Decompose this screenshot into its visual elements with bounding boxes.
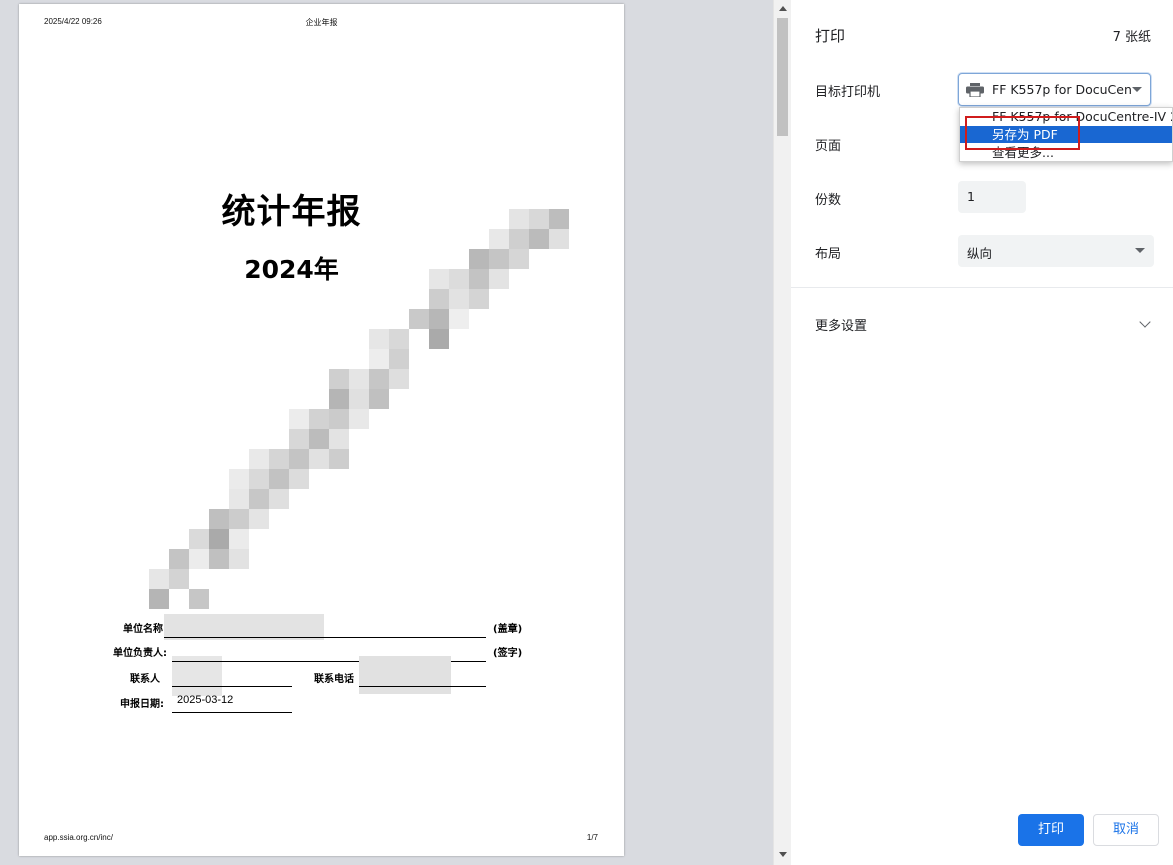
- copies-label: 份数: [815, 193, 842, 208]
- destination-value: FF K557p for DocuCen: [992, 82, 1132, 97]
- chevron-down-icon: [1132, 87, 1142, 92]
- chevron-down-icon: [1135, 248, 1145, 253]
- destination-label: 目标打印机: [815, 85, 881, 100]
- phone-label: 联系电话: [314, 674, 354, 685]
- date-value: 2025-03-12: [177, 694, 234, 706]
- layout-value: 纵向: [967, 246, 993, 261]
- preview-page: 2025/4/22 09:26 企业年报 统计年报 2024年 单位名称 (盖章…: [19, 4, 624, 856]
- contact-label: 联系人: [130, 674, 160, 685]
- stamp-note: (盖章): [493, 624, 523, 635]
- printer-icon: [966, 83, 984, 97]
- page-footer-number: 1/7: [586, 833, 598, 842]
- sign-note: (签字): [493, 648, 523, 659]
- panel-title: 打印: [815, 27, 846, 45]
- expand-chevron-icon[interactable]: [1139, 316, 1151, 328]
- print-button[interactable]: 打印: [1018, 814, 1084, 846]
- page-footer-url: app.ssia.org.cn/inc/: [44, 833, 113, 842]
- document-title: 统计年报: [221, 192, 362, 232]
- cancel-button[interactable]: 取消: [1093, 814, 1159, 846]
- contact-line: [172, 686, 292, 687]
- sheet-count: 7 张纸: [1112, 30, 1151, 45]
- date-label: 申报日期:: [120, 699, 164, 710]
- layout-label: 布局: [815, 247, 842, 262]
- obscured-stamp-mosaic: [149, 209, 569, 609]
- pages-label: 页面: [815, 139, 842, 154]
- highlight-annotation-box: [965, 116, 1080, 150]
- unit-name-line: [164, 637, 486, 638]
- leader-label: 单位负责人:: [113, 648, 167, 659]
- print-preview-area: 2025/4/22 09:26 企业年报 统计年报 2024年 单位名称 (盖章…: [0, 0, 773, 865]
- copies-input[interactable]: 1: [958, 181, 1026, 213]
- destination-select[interactable]: FF K557p for DocuCen: [958, 73, 1151, 106]
- phone-line: [359, 686, 486, 687]
- preview-scrollbar[interactable]: [773, 0, 791, 865]
- more-settings-toggle[interactable]: 更多设置: [815, 315, 867, 334]
- scroll-up-arrow-icon[interactable]: [779, 6, 787, 11]
- page-header-title: 企业年报: [305, 18, 338, 27]
- divider: [791, 287, 1173, 288]
- redacted-leader: [172, 656, 222, 696]
- scroll-down-arrow-icon[interactable]: [779, 852, 787, 857]
- scroll-thumb[interactable]: [777, 18, 788, 136]
- redacted-phone: [359, 656, 451, 694]
- document-year: 2024年: [244, 255, 339, 284]
- layout-select[interactable]: 纵向: [958, 235, 1154, 267]
- unit-name-label: 单位名称: [123, 624, 163, 635]
- date-line: [172, 712, 292, 713]
